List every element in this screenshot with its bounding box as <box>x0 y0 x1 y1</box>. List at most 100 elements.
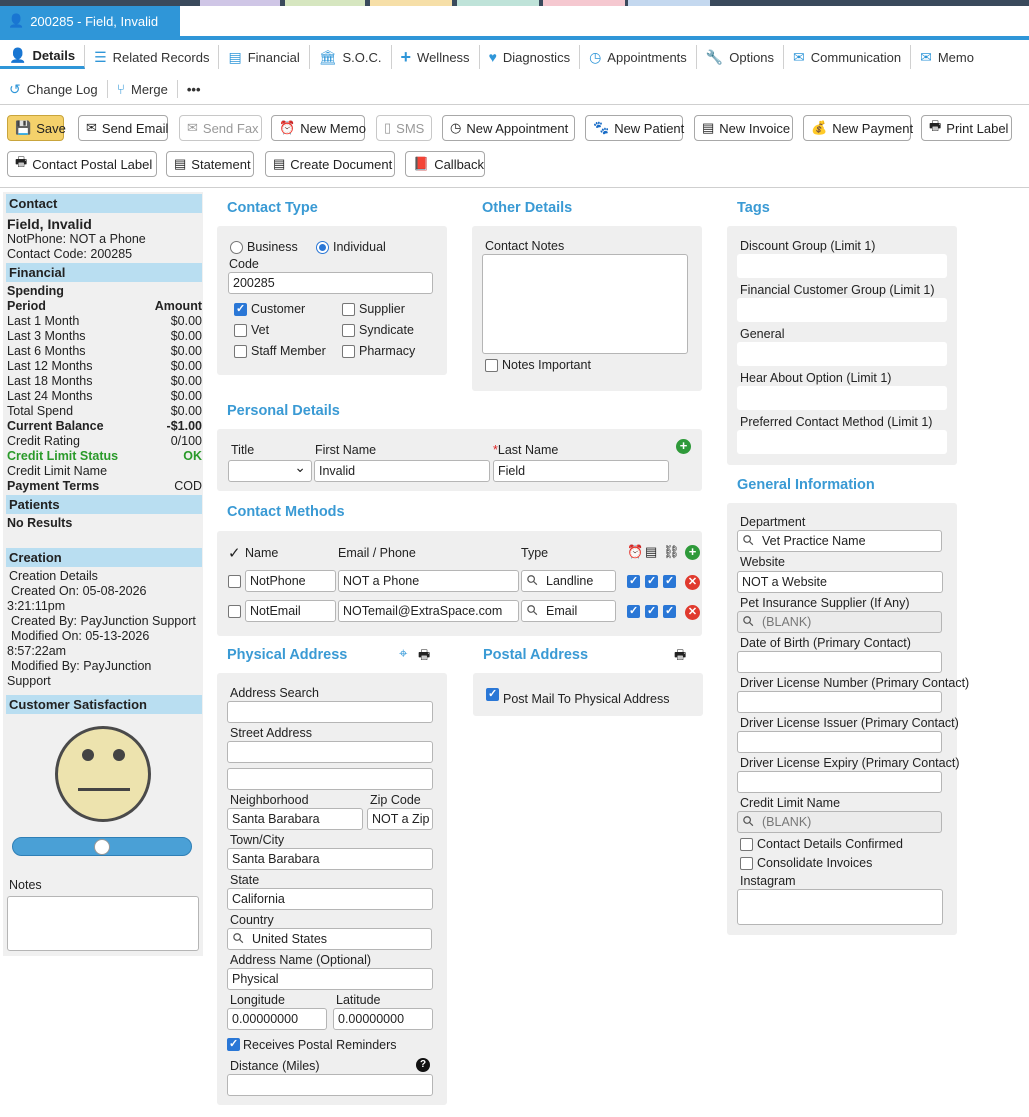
town-field[interactable]: Santa Barabara <box>227 848 433 870</box>
tab-appointments[interactable]: ◷ Appointments <box>580 45 697 69</box>
more-menu[interactable]: ••• <box>178 80 210 98</box>
save-button[interactable]: 💾 Save <box>7 115 66 141</box>
post-mail-checkbox[interactable] <box>486 687 499 701</box>
new-memo-button[interactable]: ⏰ New Memo <box>271 115 366 141</box>
tab-related-records[interactable]: ☰ Related Records <box>85 45 220 69</box>
tab-memo[interactable]: ✉ Memo <box>911 45 983 69</box>
sms-button[interactable]: ▯ SMS <box>376 115 432 141</box>
tab-options[interactable]: 🔧 Options <box>697 45 785 69</box>
contact-postal-label-button[interactable]: 🖶 Contact Postal Label <box>7 151 157 177</box>
new-payment-button[interactable]: 💰 New Payment <box>803 115 913 141</box>
website-field[interactable]: NOT a Website <box>737 571 943 593</box>
tag-group-field[interactable] <box>737 430 947 454</box>
tab-details[interactable]: 👤 Details <box>0 45 86 69</box>
map-pin-icon[interactable]: ⌖ <box>399 645 407 662</box>
send-email-button[interactable]: ✉ Send Email <box>78 115 168 141</box>
invoice-checkbox[interactable] <box>645 604 658 618</box>
color-tab[interactable] <box>285 0 365 6</box>
distance-field[interactable] <box>227 1074 433 1096</box>
contact-method-name-field[interactable]: NotPhone <box>245 570 336 592</box>
satisfaction-slider[interactable] <box>12 837 192 856</box>
contact-notes-field[interactable] <box>482 254 688 354</box>
tab-diagnostics[interactable]: ♥ Diagnostics <box>480 45 581 69</box>
link-checkbox[interactable] <box>663 574 676 588</box>
individual-radio[interactable] <box>316 241 329 254</box>
contact-method-type-lookup[interactable]: Landline <box>521 570 616 592</box>
last-name-field[interactable]: Field <box>493 460 669 482</box>
state-field[interactable]: California <box>227 888 433 910</box>
printer-icon[interactable]: 🖶 <box>674 646 686 668</box>
notes-important-checkbox[interactable] <box>485 359 498 372</box>
tab-communication[interactable]: ✉ Communication <box>784 45 912 69</box>
tag-group-field[interactable] <box>737 254 947 278</box>
color-tab[interactable] <box>200 0 280 6</box>
code-field[interactable]: 200285 <box>228 272 433 294</box>
neighborhood-field[interactable]: Santa Barabara <box>227 808 363 830</box>
contact-method-select-checkbox[interactable] <box>228 605 241 618</box>
send-fax-button[interactable]: ✉ Send Fax <box>179 115 262 141</box>
pharmacy-checkbox[interactable] <box>342 345 355 358</box>
record-tab[interactable]: 👤 200285 - Field, Invalid <box>0 6 180 36</box>
receives-postal-reminders-checkbox[interactable] <box>227 1037 240 1051</box>
driver-license-expiry-field[interactable] <box>737 771 942 793</box>
contact-details-confirmed-checkbox[interactable] <box>740 838 753 851</box>
driver-license-number-field[interactable] <box>737 691 942 713</box>
address-name-field[interactable]: Physical <box>227 968 433 990</box>
syndicate-checkbox[interactable] <box>342 324 355 337</box>
street-address-line2-field[interactable] <box>227 768 433 790</box>
tab-financial[interactable]: ▤ Financial <box>219 45 310 69</box>
tag-group-field[interactable] <box>737 386 947 410</box>
reminder-checkbox[interactable] <box>627 604 640 618</box>
color-tab[interactable] <box>457 0 539 6</box>
country-lookup[interactable]: United States <box>227 928 432 950</box>
consolidate-invoices-checkbox[interactable] <box>740 857 753 870</box>
contact-method-value-field[interactable]: NOTemail@ExtraSpace.com <box>338 600 519 622</box>
customer-checkbox[interactable] <box>234 302 247 316</box>
contact-method-select-checkbox[interactable] <box>228 575 241 588</box>
street-address-field[interactable] <box>227 741 433 763</box>
print-label-button[interactable]: 🖶 Print Label <box>921 115 1012 141</box>
delete-contact-method-icon[interactable]: ✕ <box>685 575 700 590</box>
contact-method-name-field[interactable]: NotEmail <box>245 600 336 622</box>
title-select[interactable] <box>228 459 312 482</box>
printer-icon[interactable]: 🖶 <box>418 646 430 668</box>
department-lookup[interactable]: Vet Practice Name <box>737 530 942 552</box>
longitude-field[interactable]: 0.00000000 <box>227 1008 327 1030</box>
reminder-checkbox[interactable] <box>627 574 640 588</box>
color-tab[interactable] <box>628 0 710 6</box>
create-document-button[interactable]: ▤ Create Document <box>265 151 395 177</box>
statement-button[interactable]: ▤ Statement <box>166 151 254 177</box>
delete-contact-method-icon[interactable]: ✕ <box>685 605 700 620</box>
merge-link[interactable]: ⑂ Merge <box>108 80 178 98</box>
sidebar-notes-field[interactable] <box>7 896 199 951</box>
date-of-birth-field[interactable] <box>737 651 942 673</box>
zip-code-field[interactable]: NOT a Zip <box>367 808 433 830</box>
add-contact-method-icon[interactable]: + <box>685 545 700 560</box>
add-contact-person-icon[interactable]: + <box>676 439 691 454</box>
slider-handle[interactable] <box>94 839 110 855</box>
change-log-link[interactable]: ↺ Change Log <box>0 80 108 98</box>
driver-license-issuer-field[interactable] <box>737 731 942 753</box>
contact-method-value-field[interactable]: NOT a Phone <box>338 570 519 592</box>
new-invoice-button[interactable]: ▤ New Invoice <box>694 115 793 141</box>
color-tab[interactable] <box>370 0 452 6</box>
callback-button[interactable]: 📕 Callback <box>405 151 485 177</box>
first-name-field[interactable]: Invalid <box>314 460 490 482</box>
new-appointment-button[interactable]: ◷ New Appointment <box>442 115 575 141</box>
address-search-field[interactable] <box>227 701 433 723</box>
invoice-checkbox[interactable] <box>645 574 658 588</box>
tag-group-field[interactable] <box>737 342 947 366</box>
instagram-field[interactable] <box>737 889 943 925</box>
color-tab[interactable] <box>543 0 625 6</box>
pet-insurance-lookup[interactable]: (BLANK) <box>737 611 942 633</box>
business-radio[interactable] <box>230 241 243 254</box>
tab-soc[interactable]: 🏛 S.O.C. <box>310 45 392 69</box>
latitude-field[interactable]: 0.00000000 <box>333 1008 433 1030</box>
supplier-checkbox[interactable] <box>342 303 355 316</box>
new-patient-button[interactable]: 🐾 New Patient <box>585 115 684 141</box>
credit-limit-name-lookup[interactable]: (BLANK) <box>737 811 942 833</box>
link-checkbox[interactable] <box>663 604 676 618</box>
vet-checkbox[interactable] <box>234 324 247 337</box>
tag-group-field[interactable] <box>737 298 947 322</box>
staff-member-checkbox[interactable] <box>234 345 247 358</box>
